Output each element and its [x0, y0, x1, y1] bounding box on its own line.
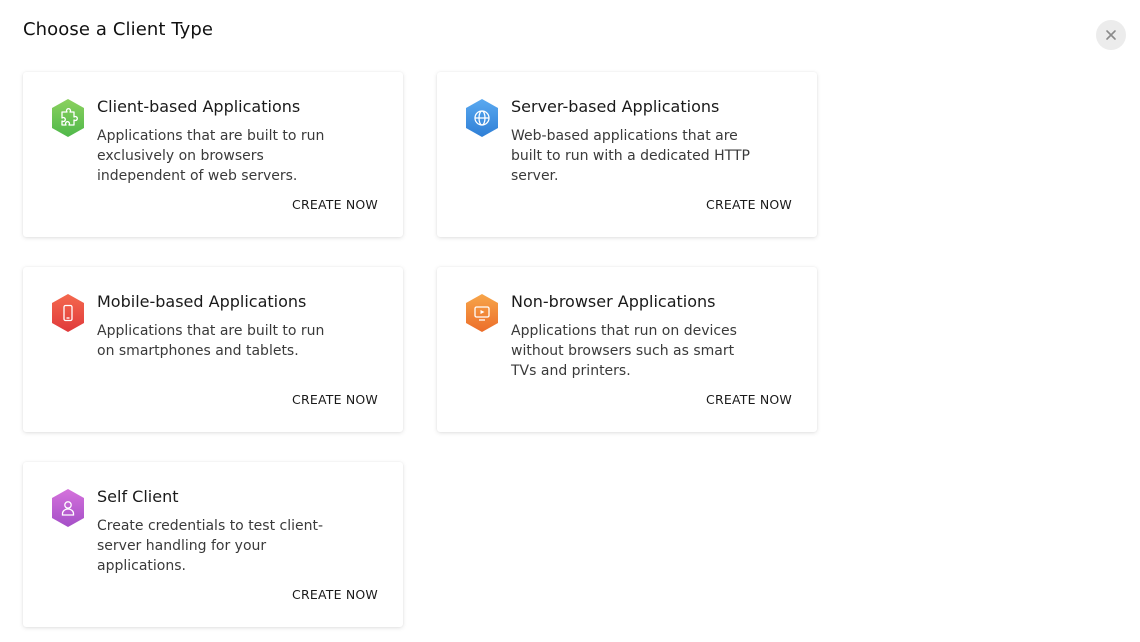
card-self-client[interactable]: Self Client Create credentials to test c… — [23, 462, 403, 627]
create-now-button[interactable]: CREATE NOW — [706, 392, 792, 407]
hex-badge — [50, 98, 86, 138]
card-title: Self Client — [97, 487, 179, 506]
create-now-button[interactable]: CREATE NOW — [292, 392, 378, 407]
card-server-based[interactable]: Server-based Applications Web-based appl… — [437, 72, 817, 237]
create-now-button[interactable]: CREATE NOW — [706, 197, 792, 212]
card-mobile-based[interactable]: Mobile-based Applications Applications t… — [23, 267, 403, 432]
close-icon — [1105, 26, 1117, 45]
card-title: Non-browser Applications — [511, 292, 716, 311]
card-description: Web-based applications that are built to… — [511, 128, 750, 184]
card-description: Applications that are built to run on sm… — [97, 323, 325, 359]
hex-badge — [464, 98, 500, 138]
card-title: Client-based Applications — [97, 97, 301, 116]
hex-badge — [50, 293, 86, 333]
card-description: Applications that are built to run exclu… — [97, 128, 325, 184]
card-client-based[interactable]: Client-based Applications Applications t… — [23, 72, 403, 237]
create-now-button[interactable]: CREATE NOW — [292, 587, 378, 602]
card-description: Create credentials to test client-server… — [97, 518, 324, 574]
dialog-title: Choose a Client Type — [23, 19, 214, 40]
choose-client-type-dialog: Choose a Client Type Client-based Applic… — [0, 0, 1140, 642]
card-title: Server-based Applications — [511, 97, 720, 116]
card-non-browser[interactable]: Non-browser Applications Applications th… — [437, 267, 817, 432]
hex-badge — [50, 488, 86, 528]
card-title: Mobile-based Applications — [97, 292, 307, 311]
create-now-button[interactable]: CREATE NOW — [292, 197, 378, 212]
card-description: Applications that run on devices without… — [511, 323, 737, 379]
close-button[interactable] — [1096, 20, 1126, 50]
hex-badge — [464, 293, 500, 333]
